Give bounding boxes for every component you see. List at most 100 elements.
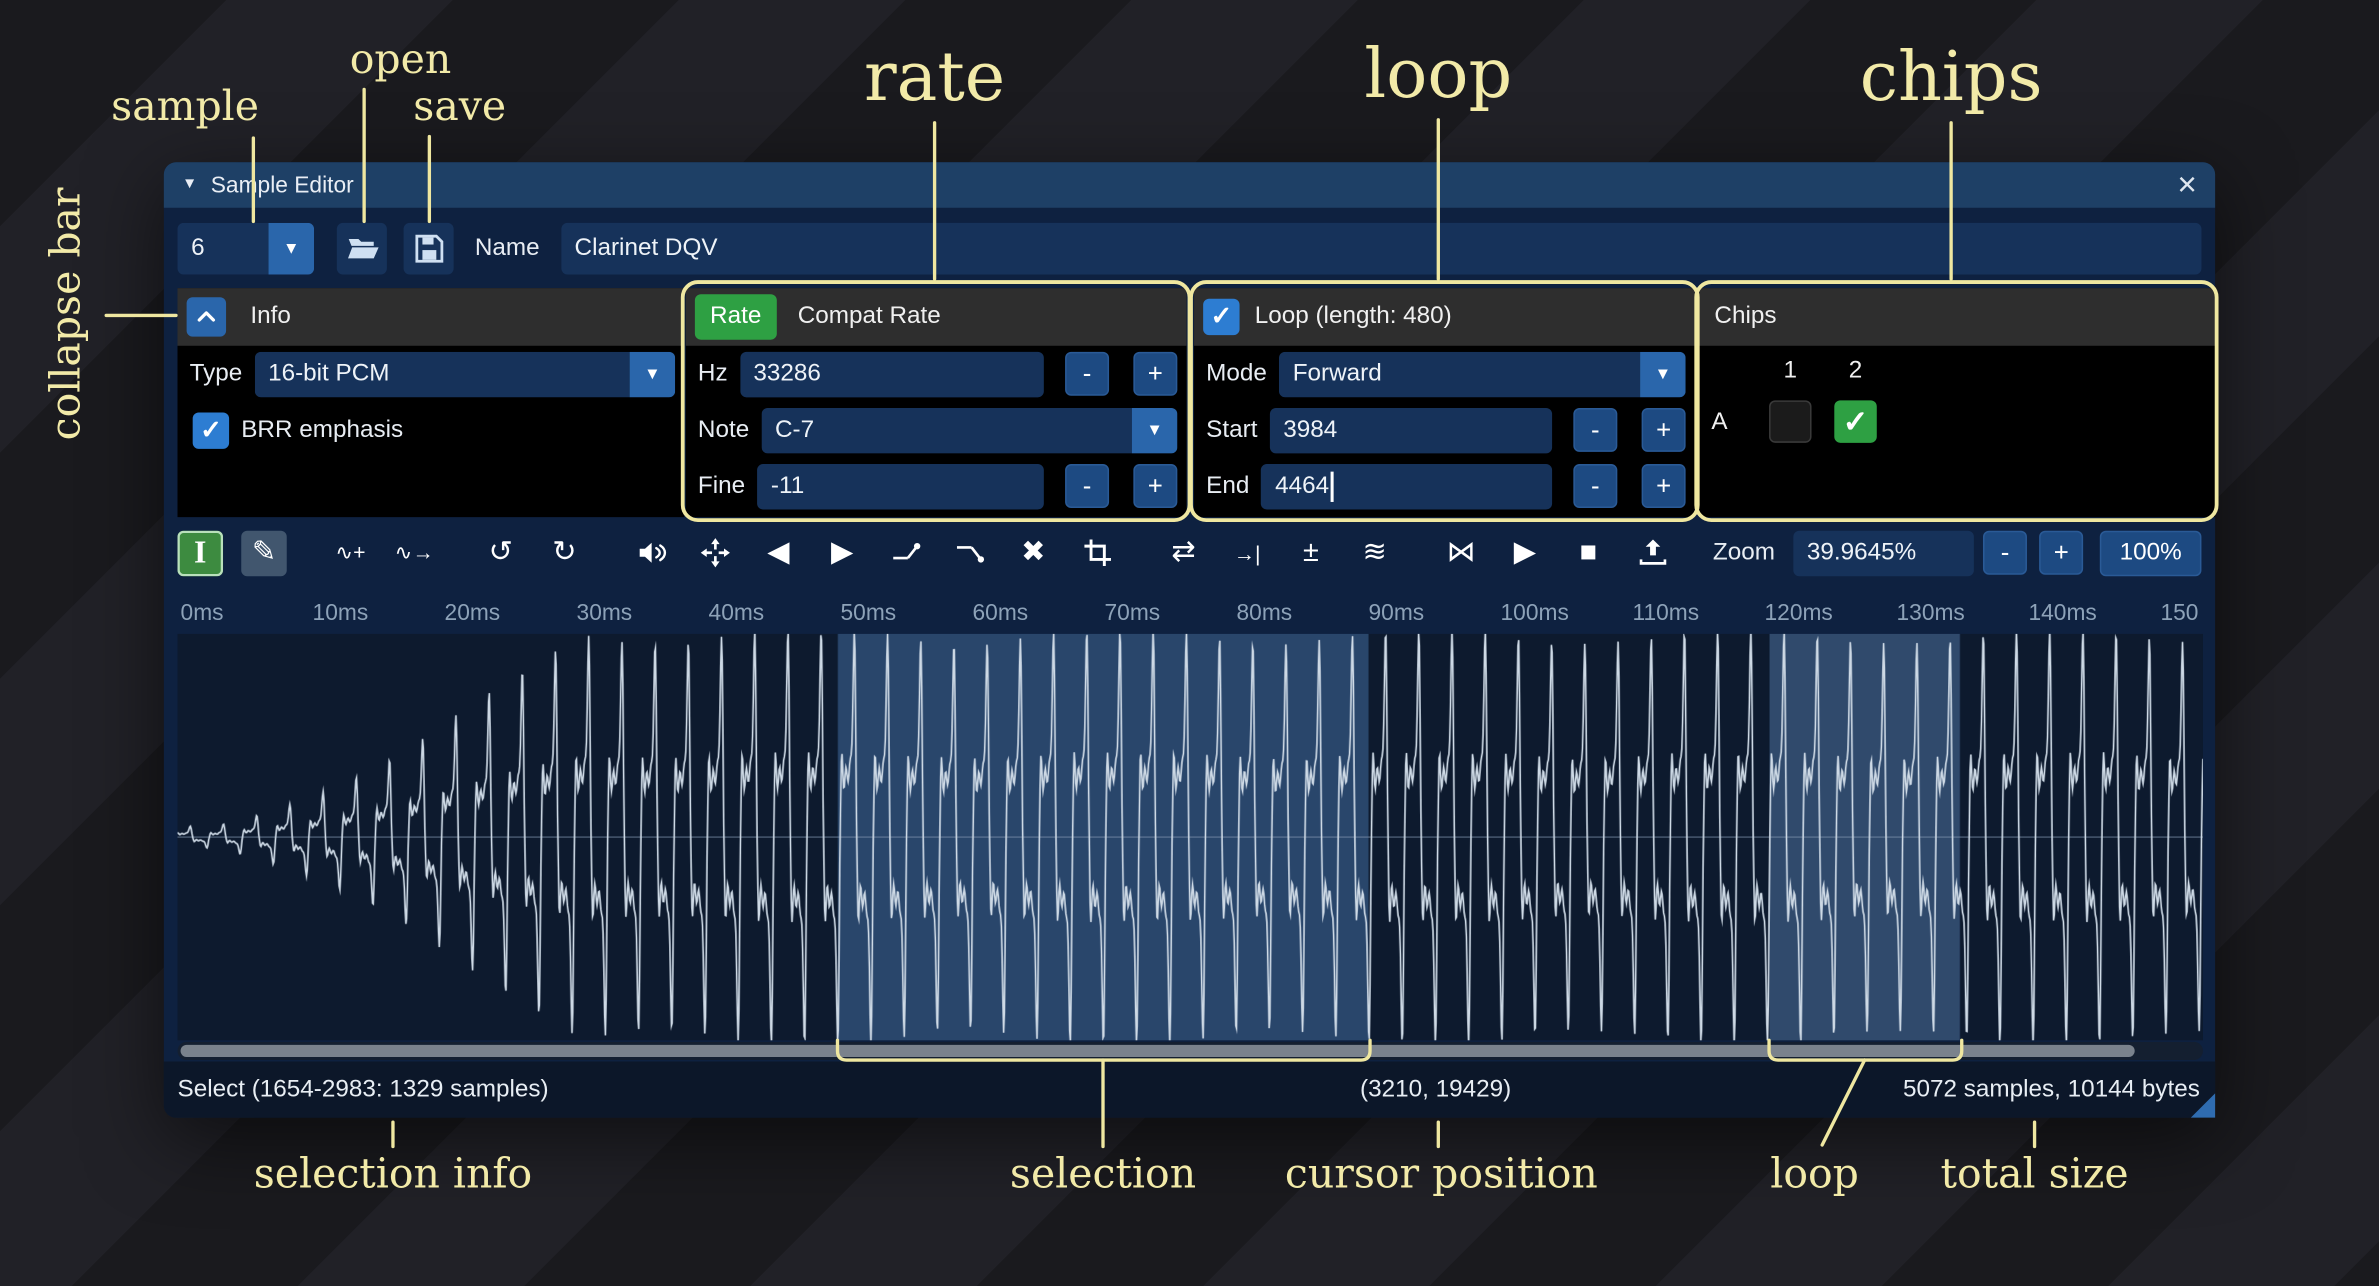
open-button[interactable] xyxy=(337,223,387,275)
note-dropdown[interactable]: C-7 ▼ xyxy=(761,407,1177,452)
chevron-down-icon[interactable]: ▼ xyxy=(269,223,315,275)
resample-button[interactable]: ∿→ xyxy=(391,530,437,575)
fade-in-button[interactable]: ◀ xyxy=(756,530,802,575)
zoom-out-button[interactable]: - xyxy=(1983,531,2027,575)
hz-input[interactable]: 33286 xyxy=(740,351,1044,396)
fine-input[interactable]: -11 xyxy=(757,463,1044,508)
preview-sample-button[interactable]: ▶ xyxy=(1502,530,1548,575)
loop-end-increment-button[interactable]: + xyxy=(1642,464,1686,508)
fine-decrement-button[interactable]: - xyxy=(1065,464,1109,508)
chip-1-checkbox[interactable] xyxy=(1769,400,1811,442)
loop-mode-dropdown[interactable]: Forward ▼ xyxy=(1279,351,1686,396)
note-label: Note xyxy=(698,416,749,443)
zoom-input[interactable]: 39.9645% xyxy=(1793,530,1974,575)
stop-preview-button[interactable]: ■ xyxy=(1566,530,1612,575)
waveform-view[interactable] xyxy=(178,634,2203,1040)
hz-row: Hz 33286 - + xyxy=(686,346,1187,402)
loop-start-label: Start xyxy=(1206,416,1257,443)
resize-grip[interactable] xyxy=(2191,1093,2215,1117)
annotation-selection-info: selection info xyxy=(254,1154,533,1195)
loop-enable-checkbox[interactable]: ✓ xyxy=(1203,299,1239,335)
close-icon[interactable]: × xyxy=(2177,168,2197,201)
selection-info-text: Select (1654-2983: 1329 samples) xyxy=(178,1062,549,1118)
delete-button[interactable]: ✖ xyxy=(1010,530,1056,575)
fine-increment-button[interactable]: + xyxy=(1133,464,1177,508)
stop-preview-icon: ■ xyxy=(1580,536,1597,569)
chips-panel-header: Chips xyxy=(1699,288,2215,346)
brr-emphasis-checkbox[interactable]: ✓ xyxy=(193,412,229,448)
note-row: Note C-7 ▼ xyxy=(686,402,1187,458)
name-value: Clarinet DQV xyxy=(575,235,718,262)
fade-out-button[interactable]: ▶ xyxy=(819,530,865,575)
window-collapse-icon[interactable]: ▼ xyxy=(182,177,197,192)
sign-invert-button[interactable]: ± xyxy=(1288,530,1334,575)
info-panel-header[interactable]: Info xyxy=(178,288,685,346)
redo-icon: ↻ xyxy=(552,535,576,570)
apply-filter-button[interactable]: ≋ xyxy=(1352,530,1398,575)
sample-header-row: 6 ▼ Name Clarinet DQV xyxy=(178,223,2202,275)
undo-button[interactable]: ↺ xyxy=(478,530,524,575)
resize-button[interactable]: ∿+ xyxy=(328,530,374,575)
draw-mode-button[interactable]: ✎ xyxy=(241,530,287,575)
loop-end-input[interactable]: 4464 xyxy=(1262,463,1553,508)
reverse-icon: ⇄ xyxy=(1171,535,1195,570)
reverse-button[interactable]: ⇄ xyxy=(1161,530,1207,575)
trim-button[interactable] xyxy=(1074,530,1120,575)
apply-filter-icon: ≋ xyxy=(1362,535,1386,570)
annotation-rate: rate xyxy=(864,42,1005,110)
chevron-down-icon[interactable]: ▼ xyxy=(1132,407,1178,452)
timeline-label: 40ms xyxy=(709,601,765,627)
redo-button[interactable]: ↻ xyxy=(542,530,588,575)
chevron-down-icon[interactable]: ▼ xyxy=(1640,351,1686,396)
chips-panel-title: Chips xyxy=(1714,303,1776,330)
mode-label: Mode xyxy=(1206,360,1267,387)
timeline-ruler[interactable]: 0ms10ms20ms30ms40ms50ms60ms70ms80ms90ms1… xyxy=(178,588,2203,633)
amplify-button[interactable] xyxy=(628,530,674,575)
fine-row: Fine -11 - + xyxy=(686,458,1187,514)
total-size-text: 5072 samples, 10144 bytes xyxy=(1903,1062,2200,1118)
timeline-label: 80ms xyxy=(1237,601,1293,627)
hz-increment-button[interactable]: + xyxy=(1133,352,1177,396)
timeline-label: 150 xyxy=(2160,601,2198,627)
select-mode-button[interactable]: I xyxy=(178,530,224,575)
hz-value: 33286 xyxy=(753,360,821,387)
name-input[interactable]: Clarinet DQV xyxy=(561,223,2202,275)
floppy-save-icon xyxy=(412,232,445,265)
zoom-in-button[interactable]: + xyxy=(2039,531,2083,575)
save-button[interactable] xyxy=(404,223,454,275)
invert-button[interactable]: →| xyxy=(1224,530,1270,575)
loop-start-row: Start 3984 - + xyxy=(1194,402,1695,458)
zoom-label: Zoom xyxy=(1713,539,1775,566)
zoom-reset-button[interactable]: 100% xyxy=(2100,530,2202,575)
note-value: C-7 xyxy=(761,407,1132,452)
apply-silence-button[interactable] xyxy=(947,530,993,575)
sample-number-dropdown[interactable]: 6 ▼ xyxy=(178,223,315,275)
waveform-scrollbar[interactable] xyxy=(178,1042,2203,1060)
titlebar[interactable]: ▼ Sample Editor × xyxy=(164,162,2215,207)
waveform-canvas[interactable] xyxy=(178,634,2203,1040)
loop-start-input[interactable]: 3984 xyxy=(1270,407,1553,452)
sample-number-value: 6 xyxy=(178,223,269,275)
annotation-collapse-bar: collapse bar xyxy=(46,187,87,440)
loop-end-decrement-button[interactable]: - xyxy=(1573,464,1617,508)
loop-start-decrement-button[interactable]: - xyxy=(1573,408,1617,452)
rate-badge-button[interactable]: Rate xyxy=(695,294,777,339)
collapse-bar-button[interactable] xyxy=(187,297,226,336)
insert-silence-button[interactable] xyxy=(883,530,929,575)
scrollbar-thumb[interactable] xyxy=(181,1045,2136,1057)
chip-2-checkbox[interactable]: ✓ xyxy=(1834,400,1876,442)
mode-row: Mode Forward ▼ xyxy=(1194,346,1695,402)
crossfade-button[interactable]: ⋈ xyxy=(1438,530,1484,575)
loop-start-increment-button[interactable]: + xyxy=(1642,408,1686,452)
chevron-down-icon[interactable]: ▼ xyxy=(630,351,676,396)
hz-decrement-button[interactable]: - xyxy=(1065,352,1109,396)
chip-column-2: 2 xyxy=(1834,358,1876,385)
info-panel: Info Type 16-bit PCM ▼ ✓ BRR emphasis xyxy=(178,288,685,517)
name-label: Name xyxy=(475,235,540,262)
type-dropdown[interactable]: 16-bit PCM ▼ xyxy=(254,351,675,396)
normalize-button[interactable] xyxy=(692,530,738,575)
create-instrument-button[interactable] xyxy=(1629,530,1675,575)
rate-panel: Rate Compat Rate Hz 33286 - + Note C-7 ▼ xyxy=(686,288,1187,517)
sample-toolbar: I ✎ ∿+ ∿→ ↺ ↻ ◀ ▶ ✖ ⇄ →| ± ≋ ⋈ ▶ ■ Zoom 39.9645% - + 10… xyxy=(178,517,2202,588)
fade-in-icon: ◀ xyxy=(767,535,789,570)
